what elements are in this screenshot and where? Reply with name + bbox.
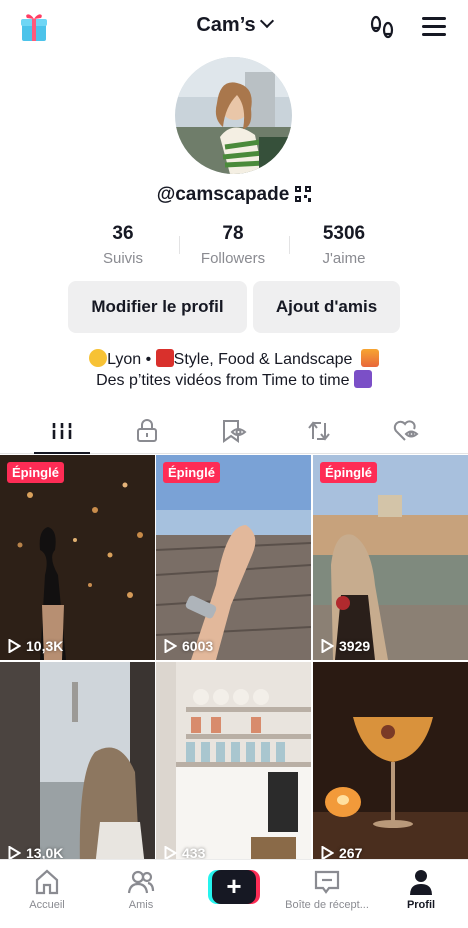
view-count: 3929 (321, 638, 370, 654)
video-thumbnail[interactable]: 433 (156, 662, 311, 867)
followers-label: Followers (200, 250, 266, 267)
footprints-icon[interactable] (368, 14, 396, 42)
view-count: 6003 (164, 638, 213, 654)
pinned-badge: Épinglé (320, 462, 377, 483)
username-row: @camscapade (0, 184, 468, 206)
bio-tagline: Des p’tites vidéos from Time to time (96, 372, 350, 389)
video-thumbnail[interactable]: Épinglé 10,3K (0, 455, 155, 660)
account-name: Cam’s (196, 14, 256, 36)
plus-icon: + (212, 870, 256, 904)
play-icon (321, 639, 334, 653)
hamburger-menu-icon[interactable] (422, 17, 446, 37)
video-grid: Épinglé 10,3K Épinglé 6003 Épinglé 3929 (0, 455, 468, 867)
bio-line-1: Lyon • Style, Food & Landscape (0, 349, 468, 369)
thumbnail-image (313, 662, 468, 867)
thumbnail-image (156, 455, 311, 660)
pinned-badge: Épinglé (7, 462, 64, 483)
video-thumbnail[interactable]: 13,0K (0, 662, 155, 867)
profile-tabs (0, 408, 468, 454)
nav-inbox[interactable]: Boîte de récept... (280, 860, 374, 920)
thumbnail-image (313, 455, 468, 660)
pinned-badge: Épinglé (163, 462, 220, 483)
bio-location: Lyon • (107, 351, 156, 368)
thumbnail-image (156, 662, 311, 867)
tab-reposts[interactable] (274, 408, 364, 453)
bio-line-2: Des p’tites vidéos from Time to time (0, 370, 468, 390)
following-label: Suivis (102, 250, 143, 267)
stat-following[interactable]: 36 Suivis (68, 222, 178, 267)
nav-profile[interactable]: Profil (374, 860, 468, 920)
home-icon (35, 869, 59, 895)
play-icon (8, 639, 21, 653)
add-friends-button[interactable]: Ajout d'amis (253, 281, 400, 333)
tab-private[interactable] (102, 408, 192, 453)
edit-profile-button[interactable]: Modifier le profil (68, 281, 247, 333)
stat-likes[interactable]: 5306 J'aime (289, 222, 399, 267)
account-switcher[interactable]: Cam’s (0, 13, 468, 37)
profile-icon (410, 870, 432, 895)
sunset-emoji-icon (360, 349, 379, 367)
video-thumbnail[interactable]: Épinglé 6003 (156, 455, 311, 660)
tab-saved[interactable] (189, 408, 279, 453)
bottom-navigation: Accueil Amis + Boîte de récept... Profil (0, 859, 468, 928)
liked-heart-icon (393, 419, 419, 441)
view-count-text: 3929 (339, 638, 371, 654)
video-thumbnail[interactable]: 267 (313, 662, 468, 867)
chevron-down-icon (259, 13, 274, 29)
video-thumbnail[interactable]: Épinglé 3929 (313, 455, 468, 660)
top-bar: Cam’s (0, 0, 468, 56)
nav-profile-label: Profil (406, 899, 436, 911)
smile-emoji-icon (89, 349, 108, 367)
videos-grid-icon (51, 422, 73, 439)
repost-icon (308, 420, 330, 441)
tab-videos[interactable] (17, 408, 107, 454)
qr-code-icon[interactable] (295, 186, 312, 202)
inbox-icon (314, 870, 340, 894)
play-icon (321, 846, 334, 860)
avatar[interactable] (175, 57, 292, 174)
play-icon (164, 846, 177, 860)
create-button[interactable]: + (208, 870, 260, 904)
nav-inbox-label: Boîte de récept... (285, 899, 369, 911)
stat-followers[interactable]: 78 Followers (178, 222, 288, 267)
nav-home-label: Accueil (29, 899, 65, 911)
thumbnail-image (0, 455, 155, 660)
view-count-text: 10,3K (26, 638, 64, 654)
likes-label: J'aime (322, 250, 366, 267)
profile-stats: 36 Suivis 78 Followers 5306 J'aime (0, 222, 468, 272)
view-count: 10,3K (8, 638, 63, 654)
dancer-emoji-icon (155, 349, 174, 367)
nav-friends-label: Amis (128, 899, 154, 911)
following-count: 36 (112, 223, 134, 244)
bio-topics: Style, Food & Landscape (173, 351, 353, 368)
tab-liked[interactable] (361, 408, 451, 453)
lock-icon (137, 418, 157, 442)
friends-icon (127, 870, 155, 894)
view-count-text: 6003 (182, 638, 214, 654)
play-icon (164, 639, 177, 653)
username: @camscapade (156, 184, 290, 205)
nav-friends[interactable]: Amis (94, 860, 188, 920)
thumbnail-image (0, 662, 155, 867)
saved-eye-icon (223, 419, 247, 443)
person-running-emoji-icon (353, 370, 372, 388)
likes-count: 5306 (322, 223, 366, 244)
play-icon (8, 846, 21, 860)
nav-home[interactable]: Accueil (0, 860, 94, 920)
followers-count: 78 (222, 223, 244, 244)
